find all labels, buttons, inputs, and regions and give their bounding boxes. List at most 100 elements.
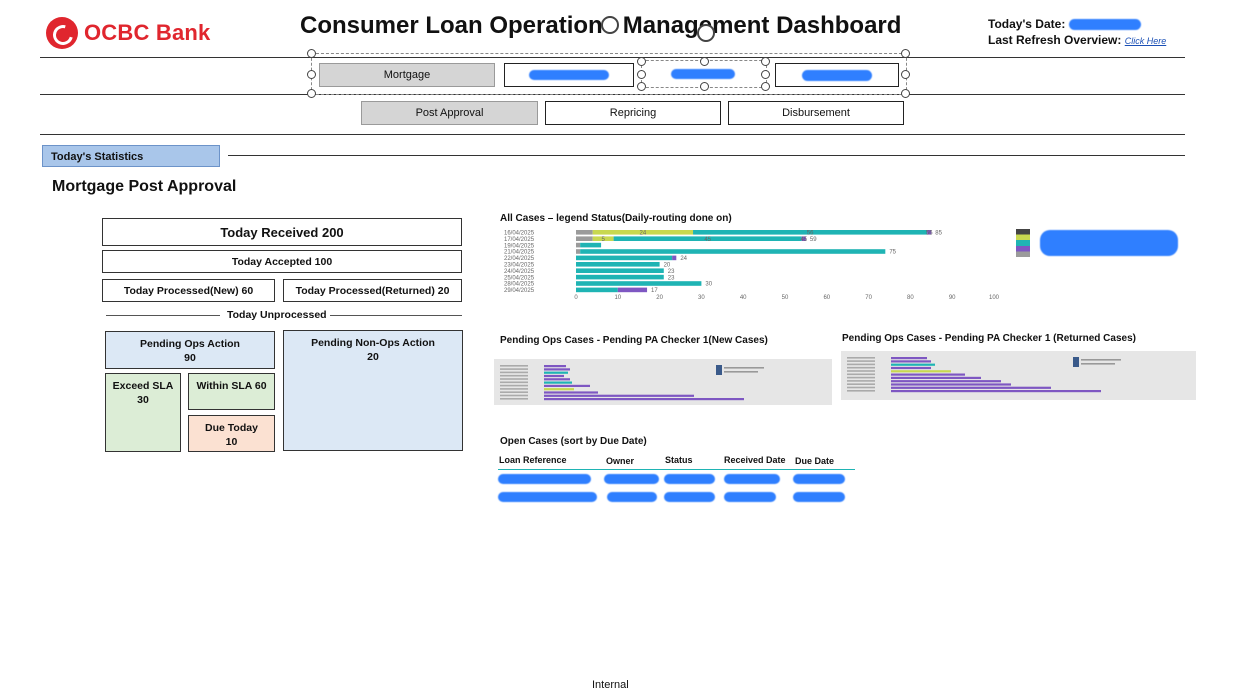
bar xyxy=(544,384,590,387)
legend-label xyxy=(724,367,764,369)
redacted-label xyxy=(529,70,609,81)
pending-ops-label: Pending Ops Action xyxy=(140,338,240,350)
bar xyxy=(544,391,598,394)
bar-segment xyxy=(576,236,593,241)
table-row[interactable] xyxy=(498,472,855,486)
x-tick-label: 0 xyxy=(574,295,578,301)
y-tick-label xyxy=(500,381,528,384)
tab-product-4[interactable] xyxy=(775,63,899,87)
ocbc-logo: OCBC Bank xyxy=(46,16,211,50)
y-tick-label xyxy=(500,391,528,393)
resize-handle[interactable] xyxy=(307,70,316,79)
segment-label: 24 xyxy=(640,230,647,236)
resize-handle[interactable] xyxy=(761,82,770,91)
chart-legend xyxy=(1016,229,1030,257)
resize-handle[interactable] xyxy=(637,57,646,66)
resize-handle[interactable] xyxy=(761,70,770,79)
y-tick-label xyxy=(500,384,528,387)
bar-segment xyxy=(672,255,677,261)
x-tick-label: 30 xyxy=(698,295,705,301)
data-label: 85 xyxy=(935,231,942,237)
bar-segment xyxy=(576,281,702,286)
legend-label xyxy=(1081,359,1121,361)
y-tick-label xyxy=(847,376,875,379)
data-label: 20 xyxy=(664,263,671,269)
y-tick-label xyxy=(500,394,528,397)
divider xyxy=(228,155,1185,156)
bar-segment xyxy=(617,287,648,293)
redacted-label xyxy=(671,69,735,80)
segment-label: 45 xyxy=(800,237,807,243)
tab-repricing[interactable]: Repricing xyxy=(545,101,721,125)
column-header: Status xyxy=(665,455,693,465)
tab-product-2[interactable] xyxy=(504,63,634,87)
resize-handle[interactable] xyxy=(901,89,910,98)
y-tick-label xyxy=(847,366,875,369)
legend-label xyxy=(724,371,758,373)
resize-handle[interactable] xyxy=(637,82,646,91)
rotate-handle-icon[interactable] xyxy=(601,16,619,34)
y-tick-label xyxy=(847,373,875,376)
bar xyxy=(544,381,572,384)
y-tick-label: 22/04/2025 xyxy=(504,256,535,262)
tab-mortgage[interactable]: Mortgage xyxy=(319,63,495,87)
tab-post-approval[interactable]: Post Approval xyxy=(361,101,538,125)
bar-segment xyxy=(580,242,602,248)
resize-handle[interactable] xyxy=(637,70,646,79)
today-processed-returned-box: Today Processed(Returned) 20 xyxy=(283,279,462,302)
rotate-handle-icon[interactable] xyxy=(697,24,715,42)
column-header: Due Date xyxy=(795,456,835,466)
bar-segment xyxy=(576,268,664,273)
resize-handle[interactable] xyxy=(761,57,770,66)
pending-nonops-box: Pending Non-Ops Action 20 xyxy=(283,330,463,451)
y-tick-label xyxy=(847,390,875,392)
chart-title: All Cases – legend Status(Daily-routing … xyxy=(500,213,732,224)
bar-segment xyxy=(576,249,581,254)
table-row[interactable] xyxy=(498,490,855,504)
redacted-cell xyxy=(498,474,591,484)
resize-handle[interactable] xyxy=(307,89,316,98)
data-label: 59 xyxy=(810,237,817,243)
date-label: Today's Date: xyxy=(988,17,1066,31)
tab-disbursement[interactable]: Disbursement xyxy=(728,101,904,125)
refresh-link[interactable]: Click Here xyxy=(1125,36,1167,46)
bar xyxy=(544,388,574,391)
resize-handle[interactable] xyxy=(307,49,316,58)
y-tick-label xyxy=(847,363,875,366)
legend-swatch xyxy=(716,365,722,375)
y-tick-label xyxy=(500,378,528,380)
resize-handle[interactable] xyxy=(901,49,910,58)
data-label: 24 xyxy=(680,256,687,262)
redacted-cell xyxy=(793,492,845,502)
bar-segment xyxy=(576,255,673,261)
bar xyxy=(891,363,935,366)
redacted-label xyxy=(802,69,872,81)
y-tick-label xyxy=(847,383,875,385)
date-block: Today's Date: Last Refresh Overview: Cli… xyxy=(988,16,1166,49)
y-tick-label xyxy=(847,386,875,389)
bar xyxy=(891,357,927,360)
bar xyxy=(544,365,566,368)
y-tick-label xyxy=(847,357,875,359)
data-label: 23 xyxy=(668,269,675,275)
bar-segment xyxy=(576,230,593,235)
bar-segment xyxy=(580,249,886,254)
bar xyxy=(891,360,931,363)
column-header: Received Date xyxy=(724,455,786,465)
x-tick-label: 100 xyxy=(989,295,1000,301)
logo-text: OCBC Bank xyxy=(84,20,211,45)
column-header: Owner xyxy=(606,456,635,466)
y-tick-label: 17/04/2025 xyxy=(504,237,535,243)
due-today-label: Due Today xyxy=(205,422,258,434)
redacted-date xyxy=(1068,19,1141,31)
y-tick-label: 21/04/2025 xyxy=(504,250,535,256)
y-tick-label: 25/04/2025 xyxy=(504,275,535,281)
exceed-sla-value: 30 xyxy=(137,394,149,406)
exceed-sla-label: Exceed SLA xyxy=(112,380,174,392)
tab-product-3[interactable] xyxy=(646,63,760,85)
x-tick-label: 60 xyxy=(823,295,830,301)
resize-handle[interactable] xyxy=(901,70,910,79)
y-tick-label: 28/04/2025 xyxy=(504,282,535,288)
tab-todays-statistics[interactable]: Today's Statistics xyxy=(42,145,220,167)
redacted-cell xyxy=(664,474,715,484)
